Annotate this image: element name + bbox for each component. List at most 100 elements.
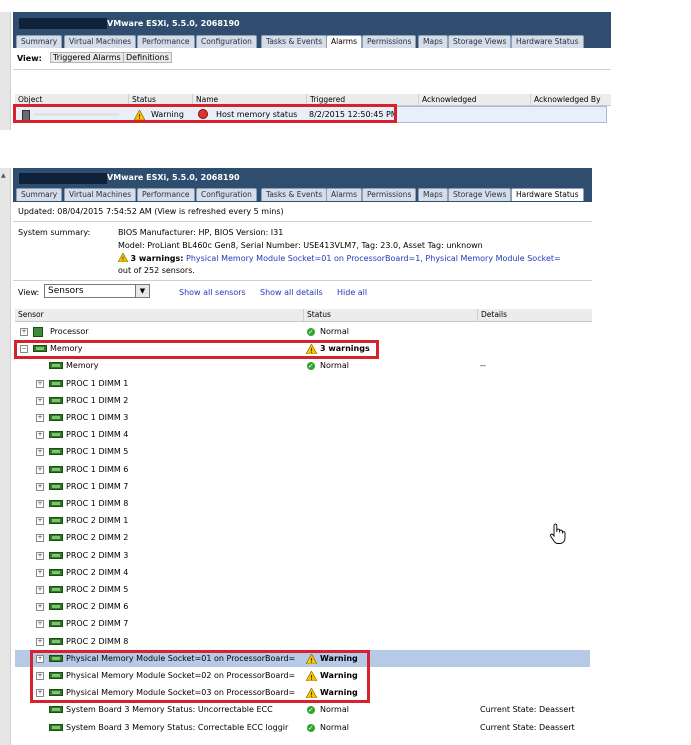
sensor-details: Current State: Deassert: [480, 722, 575, 732]
model-info: Model: ProLiant BL460c Gen8, Serial Numb…: [118, 241, 483, 250]
tab-performance[interactable]: Performance: [137, 188, 195, 201]
sensor-row[interactable]: + PROC 1 DIMM 2: [15, 392, 590, 409]
sensor-row[interactable]: + PROC 1 DIMM 4: [15, 426, 590, 443]
tab-hardware-status[interactable]: Hardware Status: [511, 35, 584, 48]
sensor-status: Normal: [320, 327, 349, 336]
sensor-name: PROC 1 DIMM 6: [66, 464, 129, 474]
expand-toggle-icon[interactable]: +: [36, 620, 44, 629]
expand-toggle-icon[interactable]: +: [36, 551, 44, 560]
summary-separator: [13, 221, 592, 222]
sensor-row[interactable]: + PROC 2 DIMM 8: [15, 633, 590, 650]
memory-chip-icon: [49, 534, 63, 542]
sensor-row[interactable]: + Processor Normal: [15, 323, 590, 341]
tab-alarms[interactable]: Alarms: [326, 188, 362, 201]
sensor-row[interactable]: + PROC 1 DIMM 3: [15, 409, 590, 426]
sensor-name: PROC 1 DIMM 2: [66, 395, 129, 405]
tab-performance[interactable]: Performance: [137, 35, 195, 48]
processor-icon: [33, 327, 43, 337]
memory-chip-icon: [49, 586, 63, 593]
col-details[interactable]: Details: [478, 309, 591, 321]
tab-maps[interactable]: Maps: [418, 35, 448, 48]
sensor-row[interactable]: + PROC 2 DIMM 3: [15, 547, 590, 564]
col-acknowledged[interactable]: Acknowledged: [419, 94, 531, 105]
tab-tasks-events[interactable]: Tasks & Events: [261, 188, 328, 201]
sensor-row[interactable]: + PROC 1 DIMM 5: [15, 443, 590, 460]
view-select[interactable]: Sensors ▼: [44, 284, 150, 298]
sensor-row[interactable]: + PROC 2 DIMM 5: [15, 581, 590, 598]
sensor-name: Processor: [50, 327, 89, 336]
expand-toggle-icon[interactable]: +: [36, 637, 44, 646]
sensor-row[interactable]: System Board 3 Memory Status: Uncorrecta…: [15, 701, 590, 719]
tab-alarms[interactable]: Alarms: [326, 35, 362, 48]
expand-toggle-icon[interactable]: +: [36, 396, 44, 405]
show-all-sensors-link[interactable]: Show all sensors: [179, 288, 246, 297]
sensor-row[interactable]: + PROC 2 DIMM 6: [15, 598, 590, 615]
expand-toggle-icon[interactable]: +: [36, 534, 44, 543]
col-sensor[interactable]: Sensor: [15, 309, 304, 321]
expand-toggle-icon[interactable]: +: [36, 379, 44, 388]
expand-toggle-icon[interactable]: +: [36, 414, 44, 422]
col-sensor-status[interactable]: Status: [304, 309, 478, 321]
system-summary-label: System summary:: [18, 228, 91, 237]
warning-icon: !: [118, 253, 129, 263]
expand-toggle-icon[interactable]: +: [36, 482, 44, 491]
sensor-name: PROC 1 DIMM 5: [66, 447, 129, 457]
view-bar: View: Triggered Alarms Definitions: [13, 49, 611, 70]
expand-toggle-icon[interactable]: +: [36, 517, 44, 526]
col-acknowledged-by[interactable]: Acknowledged By: [531, 94, 614, 105]
sensor-row[interactable]: Memory Normal --: [15, 357, 590, 375]
sensor-row[interactable]: + PROC 1 DIMM 7: [15, 478, 590, 495]
expand-toggle-icon[interactable]: +: [36, 603, 44, 612]
sensor-row[interactable]: + PROC 1 DIMM 8: [15, 495, 590, 512]
expand-toggle-icon[interactable]: +: [36, 568, 44, 577]
expand-toggle-icon[interactable]: +: [36, 448, 44, 457]
memory-chip-icon: [49, 414, 63, 421]
triggered-alarms-button[interactable]: Triggered Alarms: [50, 52, 124, 63]
tab-virtual-machines[interactable]: Virtual Machines: [64, 35, 137, 48]
tab-configuration[interactable]: Configuration: [196, 35, 257, 48]
sensor-row[interactable]: + PROC 1 DIMM 1: [15, 375, 590, 392]
view-label-2: View:: [18, 288, 40, 297]
tab-configuration[interactable]: Configuration: [196, 188, 257, 201]
tab-bar: Summary Virtual Machines Performance Config…: [13, 35, 611, 48]
host-title-2: VMware ESXi, 5.5.0, 2068190: [107, 173, 240, 182]
sensor-name: PROC 2 DIMM 4: [66, 567, 129, 577]
tab-permissions[interactable]: Permissions: [362, 35, 417, 48]
sensor-row[interactable]: + PROC 2 DIMM 4: [15, 564, 590, 581]
redacted-hostname-2: [19, 172, 107, 184]
sensor-row[interactable]: + PROC 1 DIMM 6: [15, 461, 590, 478]
warnings-link[interactable]: Physical Memory Module Socket=01 on Proc…: [186, 254, 561, 263]
memory-chip-icon: [49, 500, 63, 507]
tab-summary[interactable]: Summary: [16, 35, 63, 48]
expand-toggle-icon[interactable]: +: [36, 431, 44, 440]
memory-chip-icon: [49, 620, 63, 628]
expand-toggle-icon[interactable]: +: [20, 328, 28, 336]
memory-chip-icon: [49, 431, 63, 439]
tab-hardware-status[interactable]: Hardware Status: [511, 188, 584, 201]
chevron-down-icon[interactable]: ▼: [135, 285, 149, 297]
tab-maps[interactable]: Maps: [418, 188, 448, 201]
sensor-row[interactable]: + PROC 2 DIMM 1: [15, 512, 590, 529]
tab-storage-views[interactable]: Storage Views: [448, 35, 512, 48]
show-all-details-link[interactable]: Show all details: [260, 288, 323, 297]
sensor-name: PROC 1 DIMM 1: [66, 378, 129, 388]
definitions-button[interactable]: Definitions: [123, 52, 172, 63]
sensor-row[interactable]: + PROC 2 DIMM 7: [15, 615, 590, 632]
expand-toggle-icon[interactable]: +: [36, 586, 44, 594]
tab-summary[interactable]: Summary: [16, 188, 63, 201]
hide-all-link[interactable]: Hide all: [337, 288, 367, 297]
memory-chip-icon: [49, 706, 63, 714]
memory-chip-icon: [49, 448, 63, 456]
expand-toggle-icon[interactable]: +: [36, 465, 44, 474]
warnings-summary: ! 3 warnings: Physical Memory Module Soc…: [118, 253, 592, 263]
tab-tasks-events[interactable]: Tasks & Events: [261, 35, 328, 48]
tab-virtual-machines[interactable]: Virtual Machines: [64, 188, 137, 201]
sensor-row[interactable]: + PROC 2 DIMM 2: [15, 529, 590, 546]
tab-permissions[interactable]: Permissions: [362, 188, 417, 201]
left-scroll-arrow[interactable]: ▲: [1, 172, 8, 179]
tab-storage-views[interactable]: Storage Views: [448, 188, 512, 201]
sensor-row[interactable]: System Board 3 Memory Status: Correctabl…: [15, 719, 590, 737]
sensor-table-header: Sensor Status Details: [15, 309, 592, 322]
memory-chip-icon: [49, 568, 63, 576]
expand-toggle-icon[interactable]: +: [36, 500, 44, 508]
